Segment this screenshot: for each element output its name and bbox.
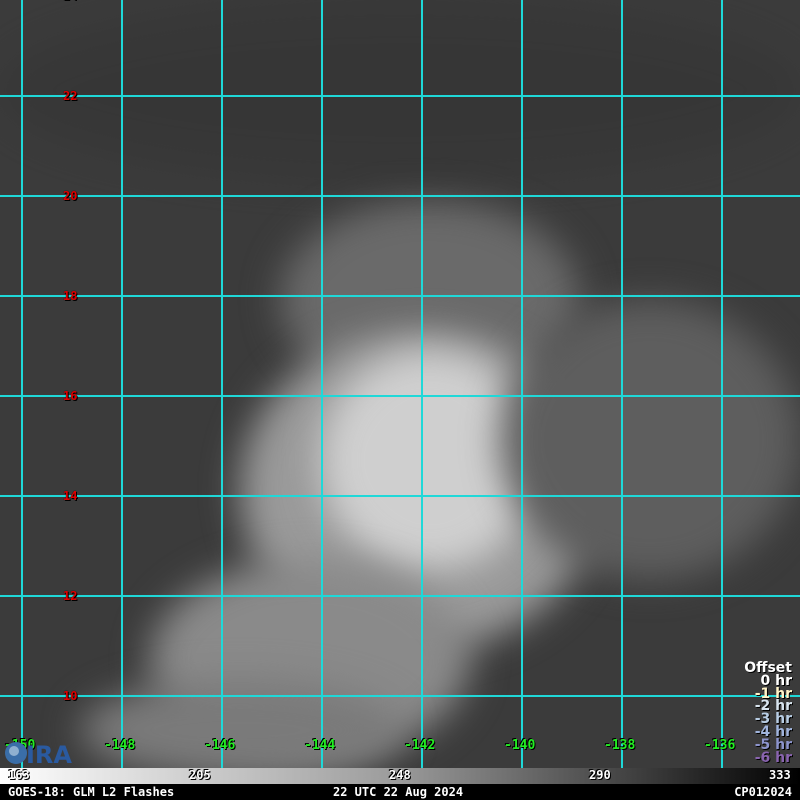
cira-logo: IRA: [4, 737, 76, 769]
latitude-label: 16: [63, 389, 78, 403]
colorbar-tick: 333: [769, 768, 791, 782]
longitude-line: [121, 0, 123, 768]
latitude-line: [0, 495, 800, 497]
latitude-line: [0, 95, 800, 97]
longitude-line: [321, 0, 323, 768]
svg-text:IRA: IRA: [26, 741, 72, 767]
time-label: 22 UTC 22 Aug 2024: [333, 785, 464, 799]
longitude-label: -138: [604, 738, 636, 753]
longitude-line: [21, 0, 23, 768]
longitude-line: [521, 0, 523, 768]
latitude-line: [0, 195, 800, 197]
offset-legend: Offset 0 hr -1 hr -2 hr -3 hr -4 hr -5 hr -6 h…: [744, 661, 792, 766]
legend-item: -6 hr: [754, 749, 792, 766]
longitude-label: -140: [504, 738, 536, 753]
latitude-label: 14: [63, 489, 78, 503]
satellite-map: [0, 0, 800, 768]
colorbar-tick: 290: [589, 768, 611, 782]
latitude-line: [0, 295, 800, 297]
longitude-label: -144: [304, 738, 336, 753]
longitude-line: [621, 0, 623, 768]
latitude-label: 20: [63, 189, 78, 203]
product-label: GOES-18: GLM L2 Flashes: [8, 785, 175, 799]
latitude-label: 10: [63, 689, 78, 703]
latitude-line: [0, 695, 800, 697]
colorbar-tick: 248: [389, 768, 411, 782]
latitude-line: [0, 595, 800, 597]
longitude-label: -142: [404, 738, 436, 753]
longitude-line: [421, 0, 423, 768]
colorbar-tick: 163: [8, 768, 30, 782]
longitude-label: -146: [204, 738, 236, 753]
latitude-label: 22: [63, 89, 78, 103]
latitude-label: 18: [63, 289, 78, 303]
longitude-line: [221, 0, 223, 768]
longitude-label: -136: [704, 738, 736, 753]
latitude-label: 24: [63, 0, 77, 3]
latitude-line: [0, 395, 800, 397]
longitude-label: -148: [104, 738, 136, 753]
footer-bar: GOES-18: GLM L2 Flashes 22 UTC 22 Aug 20…: [0, 784, 800, 800]
storm-id-label: CP012024: [734, 785, 792, 799]
latitude-label: 12: [63, 589, 78, 603]
longitude-line: [721, 0, 723, 768]
colorbar-tick: 205: [189, 768, 211, 782]
